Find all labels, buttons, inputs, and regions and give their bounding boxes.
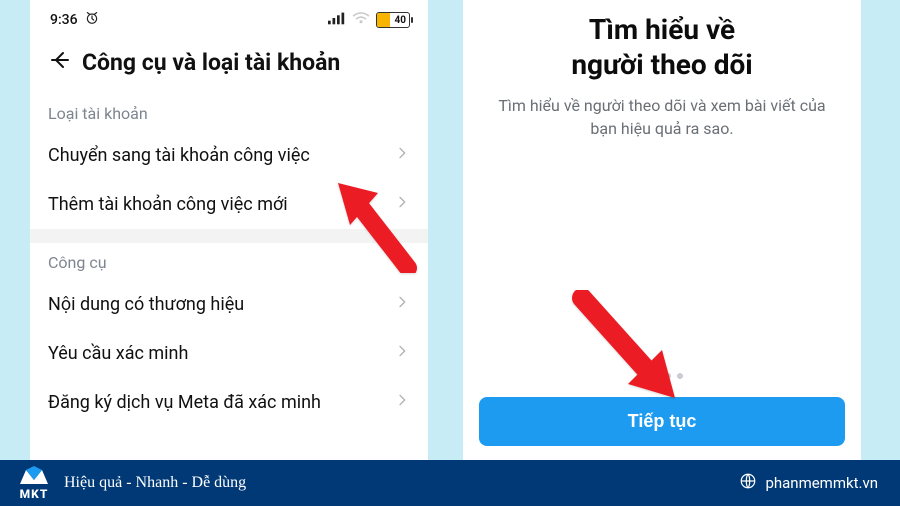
battery-indicator: 40 [376, 12, 410, 28]
brand-footer: MKT Hiệu quả - Nhanh - Dễ dùng phanmemmk… [0, 460, 900, 506]
wifi-icon [352, 11, 370, 29]
onboarding-title: Tìm hiểu về người theo dõi [491, 12, 833, 82]
row-label: Chuyển sang tài khoản công việc [48, 145, 310, 166]
section-label-account-type: Loại tài khoản [30, 94, 428, 131]
brand-domain: phanmemmkt.vn [765, 474, 878, 492]
back-arrow-icon[interactable] [48, 48, 72, 76]
page-dot [665, 373, 671, 379]
signal-icon [328, 11, 346, 29]
row-meta-verified[interactable]: Đăng ký dịch vụ Meta đã xác minh [30, 378, 428, 427]
row-label: Yêu cầu xác minh [48, 343, 188, 364]
page-indicator [479, 373, 845, 379]
continue-button[interactable]: Tiếp tục [479, 397, 845, 446]
chevron-right-icon [394, 194, 410, 215]
globe-icon [739, 472, 757, 494]
row-label: Đăng ký dịch vụ Meta đã xác minh [48, 392, 321, 413]
page-dot [677, 373, 683, 379]
row-add-business[interactable]: Thêm tài khoản công việc mới [30, 180, 428, 229]
screen-settings: 9:36 [30, 0, 428, 460]
chevron-right-icon [394, 343, 410, 364]
page-title: Công cụ và loại tài khoản [82, 49, 340, 76]
page-dot [653, 373, 659, 379]
row-request-verify[interactable]: Yêu cầu xác minh [30, 329, 428, 378]
page-dot-active [641, 373, 647, 379]
chevron-right-icon [394, 145, 410, 166]
row-switch-business[interactable]: Chuyển sang tài khoản công việc [30, 131, 428, 180]
brand-tagline: Hiệu quả - Nhanh - Dễ dùng [64, 474, 246, 492]
brand-name: MKT [20, 488, 49, 500]
status-bar: 9:36 [30, 0, 428, 34]
section-divider [30, 229, 428, 243]
brand-logo: MKT [18, 466, 50, 500]
section-label-tools: Công cụ [30, 243, 428, 280]
chevron-right-icon [394, 392, 410, 413]
onboarding-subtitle: Tìm hiểu về người theo dõi và xem bài vi… [491, 94, 833, 140]
row-label: Nội dung có thương hiệu [48, 294, 244, 315]
chevron-right-icon [394, 294, 410, 315]
row-branded-content[interactable]: Nội dung có thương hiệu [30, 280, 428, 329]
alarm-icon [84, 10, 100, 30]
row-label: Thêm tài khoản công việc mới [48, 194, 288, 215]
screen-onboarding: Tìm hiểu về người theo dõi Tìm hiểu về n… [463, 0, 861, 460]
status-time: 9:36 [50, 12, 78, 28]
